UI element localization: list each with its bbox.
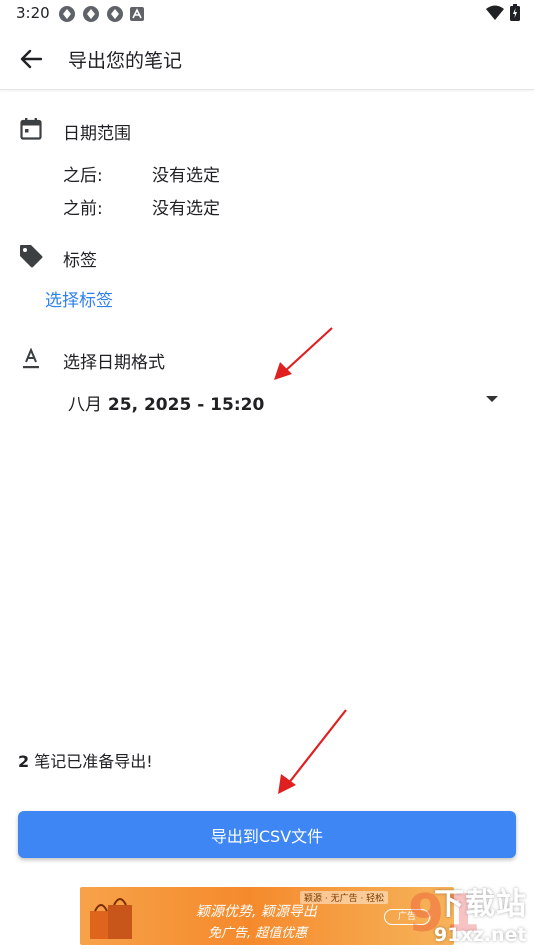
date-format-title: 选择日期格式 xyxy=(63,353,165,373)
notification-icon xyxy=(83,6,99,22)
watermark-url: 91xz.net xyxy=(434,924,527,946)
arrow-left-icon xyxy=(20,49,42,69)
status-notification-icons xyxy=(58,5,144,23)
export-csv-button[interactable]: 导出到CSV文件 xyxy=(18,811,516,858)
text-format-icon xyxy=(18,346,44,372)
calendar-icon xyxy=(18,116,44,142)
ready-status-text: 2 笔记已准备导出! xyxy=(18,748,153,772)
before-date-value[interactable]: 没有选定 xyxy=(152,194,220,219)
font-notification-icon xyxy=(130,7,144,21)
after-label: 之后: xyxy=(63,166,103,186)
tag-icon xyxy=(18,243,44,269)
date-format-month: 八月 xyxy=(68,395,102,415)
battery-icon xyxy=(510,4,520,21)
app-bar: 导出您的笔记 xyxy=(0,28,534,90)
ad-banner[interactable]: 颖源 · 无广告 · 轻松 颖源优势, 颖源导出 免广告, 超值优惠 广告 xyxy=(80,887,454,945)
page-title: 导出您的笔记 xyxy=(68,50,183,72)
date-format-selected: 八月 25, 2025 - 15:20 xyxy=(68,390,264,415)
status-right-icons xyxy=(486,4,520,21)
notification-icon xyxy=(107,6,123,22)
annotation-arrow-icon xyxy=(274,327,333,380)
date-range-title: 日期范围 xyxy=(63,124,131,144)
wifi-icon xyxy=(486,5,504,20)
after-date-value[interactable]: 没有选定 xyxy=(152,161,220,186)
annotation-arrow-icon xyxy=(278,709,347,794)
status-time: 3:20 xyxy=(16,4,50,22)
ad-headline: 颖源优势, 颖源导出 xyxy=(196,904,317,920)
watermark-name: 下载站 xyxy=(434,887,527,922)
date-format-rest: 25, 2025 - 15:20 xyxy=(107,395,265,415)
select-tags-link[interactable]: 选择标签 xyxy=(45,286,113,311)
notification-icon xyxy=(59,6,75,22)
back-button[interactable] xyxy=(14,44,48,74)
ready-label: 笔记已准备导出! xyxy=(34,752,153,771)
caret-down-icon xyxy=(486,396,498,402)
watermark-logo: 91 下载站 91xz.net xyxy=(408,886,534,950)
shopping-bags-icon xyxy=(90,898,132,939)
status-bar: 3:20 xyxy=(0,0,534,28)
tags-title: 标签 xyxy=(63,251,97,271)
date-format-dropdown[interactable]: 八月 25, 2025 - 15:20 xyxy=(60,384,510,418)
ready-count: 2 xyxy=(18,752,30,771)
ad-subline: 免广告, 超值优惠 xyxy=(208,926,308,941)
before-label: 之前: xyxy=(63,199,103,219)
